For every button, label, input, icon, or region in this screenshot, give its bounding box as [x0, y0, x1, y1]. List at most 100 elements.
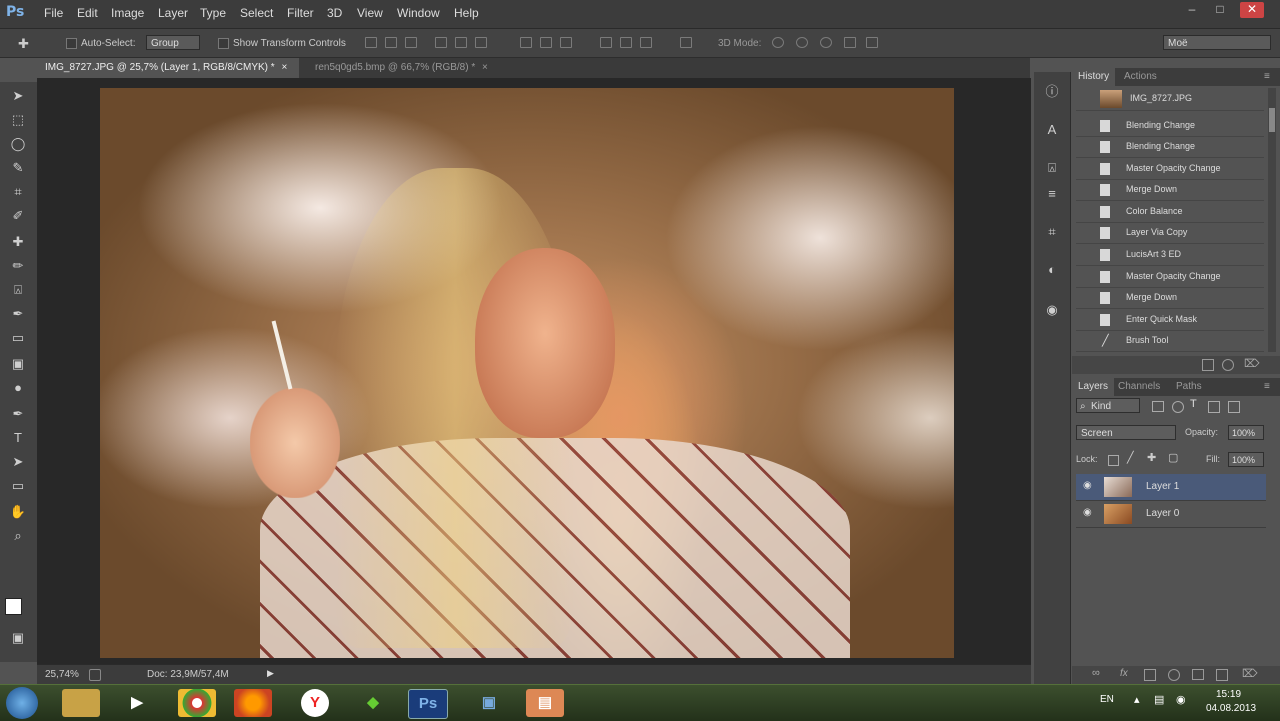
explorer-icon[interactable]	[62, 689, 100, 717]
yandex-icon[interactable]: Y	[301, 689, 329, 717]
3d-roll-icon[interactable]	[796, 37, 808, 48]
gradient-tool-icon[interactable]: ▣	[8, 354, 28, 374]
tab-ren5q0gd5[interactable]: ren5q0gd5.bmp @ 66,7% (RGB/8) * ×	[307, 58, 507, 78]
eraser-tool-icon[interactable]: ▭	[8, 328, 28, 348]
zoom-level[interactable]: 25,74%	[45, 669, 79, 680]
align-left-icon[interactable]	[435, 37, 447, 48]
chrome-icon[interactable]	[178, 689, 216, 717]
app-leaf-icon[interactable]: ◆	[354, 689, 392, 717]
status-info-icon[interactable]	[89, 669, 101, 681]
tab-layers[interactable]: Layers	[1072, 378, 1115, 396]
history-item[interactable]: LucisArt 3 ED	[1076, 244, 1264, 266]
menu-select[interactable]: Select	[240, 6, 273, 20]
3d-rotate-icon[interactable]	[772, 37, 784, 48]
start-button[interactable]	[6, 687, 38, 719]
network-icon[interactable]: ▤	[1154, 693, 1164, 706]
type-tool-icon[interactable]: T	[8, 428, 28, 448]
marquee-tool-icon[interactable]: ⬚	[8, 110, 28, 130]
history-item[interactable]: Layer Via Copy	[1076, 222, 1264, 244]
tab-img-8727[interactable]: IMG_8727.JPG @ 25,7% (Layer 1, RGB/8/CMY…	[37, 58, 299, 78]
delete-layer-icon[interactable]: ⌦	[1242, 667, 1258, 680]
layer-name[interactable]: Layer 0	[1146, 508, 1179, 519]
menu-type[interactable]: Type	[200, 6, 226, 20]
distribute-vcenter-icon[interactable]	[540, 37, 552, 48]
layer-style-icon[interactable]: fx	[1120, 668, 1128, 679]
eyedropper-tool-icon[interactable]: ✐	[8, 206, 28, 226]
menu-file[interactable]: File	[44, 6, 63, 20]
blend-mode-dropdown[interactable]: Screen	[1076, 425, 1176, 440]
brush-tool-icon[interactable]: ✏	[8, 256, 28, 276]
filter-type-icon[interactable]: T	[1190, 398, 1197, 410]
align-bottom-icon[interactable]	[405, 37, 417, 48]
fill-input[interactable]: 100%	[1228, 452, 1264, 467]
auto-select-dropdown[interactable]: Group	[146, 35, 200, 50]
close-button[interactable]: ✕	[1240, 2, 1264, 18]
foreground-color-swatch[interactable]	[5, 598, 22, 615]
menu-image[interactable]: Image	[111, 6, 144, 20]
adjustments-icon[interactable]: ≡	[1042, 184, 1062, 204]
clock-time[interactable]: 15:19	[1216, 689, 1241, 700]
workspace-dropdown[interactable]: Моё	[1163, 35, 1271, 50]
hand-tool-icon[interactable]: ✋	[8, 502, 28, 522]
history-item[interactable]: Blending Change	[1076, 136, 1264, 158]
new-document-from-state-icon[interactable]	[1202, 359, 1214, 371]
navigator-icon[interactable]: ◉	[1042, 300, 1062, 320]
align-vcenter-icon[interactable]	[385, 37, 397, 48]
distribute-left-icon[interactable]	[600, 37, 612, 48]
info-icon[interactable]: ⓘ	[1042, 82, 1062, 102]
history-scrollbar[interactable]	[1268, 88, 1276, 352]
history-item[interactable]: Blending Change	[1076, 115, 1264, 137]
visibility-eye-icon[interactable]: ◉	[1083, 507, 1092, 518]
clone-stamp-tool-icon[interactable]: ⍓	[8, 280, 28, 300]
3d-scale-icon[interactable]	[866, 37, 878, 48]
menu-layer[interactable]: Layer	[158, 6, 188, 20]
filter-adjustment-icon[interactable]	[1172, 401, 1184, 413]
layer-row-layer-0[interactable]: ◉ Layer 0	[1076, 501, 1266, 528]
new-layer-icon[interactable]	[1216, 669, 1228, 681]
move-tool-icon[interactable]: ✚	[18, 36, 29, 52]
maximize-button[interactable]: □	[1208, 2, 1232, 18]
firefox-icon[interactable]	[234, 689, 272, 717]
lock-brush-icon[interactable]: ╱	[1127, 451, 1134, 464]
dodge-tool-icon[interactable]: ●	[8, 378, 28, 398]
history-item[interactable]: Master Opacity Change	[1076, 158, 1264, 180]
history-item[interactable]: Color Balance	[1076, 201, 1264, 223]
zoom-tool-icon[interactable]: ⌕	[8, 526, 28, 546]
move-tool-icon[interactable]: ➤	[8, 86, 28, 106]
path-selection-tool-icon[interactable]: ➤	[8, 452, 28, 472]
history-brush-tool-icon[interactable]: ✒	[8, 304, 28, 324]
lock-transparency-icon[interactable]	[1108, 455, 1119, 466]
healing-brush-tool-icon[interactable]: ✚	[8, 232, 28, 252]
status-menu-arrow-icon[interactable]: ▶	[267, 668, 274, 679]
align-top-icon[interactable]	[365, 37, 377, 48]
document-image[interactable]	[100, 88, 954, 658]
tab-paths[interactable]: Paths	[1170, 378, 1208, 396]
align-right-icon[interactable]	[475, 37, 487, 48]
menu-edit[interactable]: Edit	[77, 6, 98, 20]
opacity-input[interactable]: 100%	[1228, 425, 1264, 440]
distribute-hcenter-icon[interactable]	[620, 37, 632, 48]
add-mask-icon[interactable]	[1144, 669, 1156, 681]
3d-drag-icon[interactable]	[820, 37, 832, 48]
clock-date[interactable]: 04.08.2013	[1206, 703, 1256, 714]
tab-close-icon[interactable]: ×	[482, 62, 488, 73]
clone-source-icon[interactable]: ⍓	[1042, 158, 1062, 178]
history-item[interactable]: Enter Quick Mask	[1076, 309, 1264, 331]
character-icon[interactable]: A	[1042, 120, 1062, 140]
tray-up-arrow-icon[interactable]: ▴	[1134, 693, 1140, 706]
pen-tool-icon[interactable]: ✒	[8, 404, 28, 424]
3d-slide-icon[interactable]	[844, 37, 856, 48]
save-disk-icon[interactable]: ▣	[470, 689, 508, 717]
shape-tool-icon[interactable]: ▭	[8, 476, 28, 496]
link-layers-icon[interactable]: ∞	[1092, 667, 1100, 679]
history-item[interactable]: Merge Down	[1076, 179, 1264, 201]
quick-mask-icon[interactable]: ▣	[8, 628, 28, 648]
filter-smart-icon[interactable]	[1228, 401, 1240, 413]
history-item[interactable]: ╱ Brush Tool	[1076, 330, 1264, 352]
tab-close-icon[interactable]: ×	[281, 62, 287, 73]
menu-filter[interactable]: Filter	[287, 6, 314, 20]
auto-select-checkbox[interactable]	[66, 38, 77, 49]
volume-icon[interactable]: ◉	[1176, 693, 1186, 706]
history-item[interactable]: Master Opacity Change	[1076, 266, 1264, 288]
history-scroll-thumb[interactable]	[1269, 108, 1275, 132]
